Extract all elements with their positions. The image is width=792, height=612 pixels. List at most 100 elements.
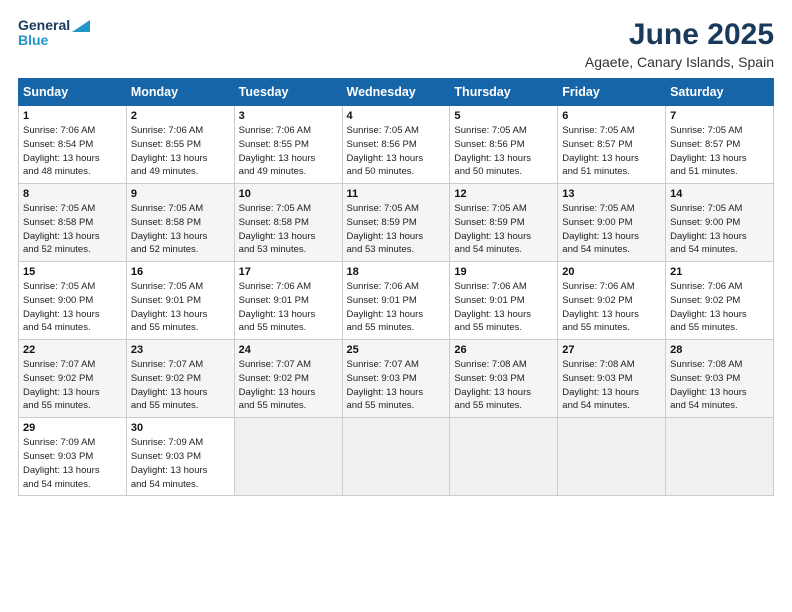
day-info: Sunrise: 7:05 AM Sunset: 9:00 PM Dayligh… xyxy=(23,280,122,335)
calendar-cell: 16Sunrise: 7:05 AM Sunset: 9:01 PM Dayli… xyxy=(126,262,234,340)
calendar-cell: 12 Sunrise: 7:05 AM Sunset: 8:59 PM Dayli… xyxy=(450,184,558,262)
calendar-cell: 2 Sunrise: 7:06 AM Sunset: 8:55 PM Daylig… xyxy=(126,106,234,184)
calendar-cell: 11 Sunrise: 7:05 AM Sunset: 8:59 PM Dayli… xyxy=(342,184,450,262)
calendar-cell: 10Sunrise: 7:05 AM Sunset: 8:58 PM Dayli… xyxy=(234,184,342,262)
calendar-cell xyxy=(234,418,342,496)
day-number: 17 xyxy=(239,266,338,278)
day-number: 12 xyxy=(454,188,553,200)
calendar-cell: 17Sunrise: 7:06 AM Sunset: 9:01 PM Dayli… xyxy=(234,262,342,340)
day-number: 23 xyxy=(131,344,230,356)
day-info: Sunrise: 7:05 AM Sunset: 8:56 PM Dayligh… xyxy=(454,124,553,179)
day-info: Sunrise: 7:07 AM Sunset: 9:02 PM Dayligh… xyxy=(131,358,230,413)
calendar-header-wednesday: Wednesday xyxy=(342,79,450,106)
calendar-week-4: 22Sunrise: 7:07 AM Sunset: 9:02 PM Dayli… xyxy=(19,340,774,418)
calendar-header-row: SundayMondayTuesdayWednesdayThursdayFrid… xyxy=(19,79,774,106)
day-number: 11 xyxy=(347,188,446,200)
day-number: 30 xyxy=(131,422,230,434)
main-title: June 2025 xyxy=(585,18,774,52)
day-number: 28 xyxy=(670,344,769,356)
logo-general: General xyxy=(18,18,70,33)
day-number: 7 xyxy=(670,110,769,122)
header: General Blue June 2025 Agaete, Canary Is… xyxy=(18,18,774,70)
day-info: Sunrise: 7:05 AM Sunset: 9:00 PM Dayligh… xyxy=(670,202,769,257)
day-info: Sunrise: 7:06 AM Sunset: 9:01 PM Dayligh… xyxy=(454,280,553,335)
day-info: Sunrise: 7:08 AM Sunset: 9:03 PM Dayligh… xyxy=(562,358,661,413)
logo-text: General Blue xyxy=(18,18,90,49)
calendar-header-monday: Monday xyxy=(126,79,234,106)
day-number: 3 xyxy=(239,110,338,122)
subtitle: Agaete, Canary Islands, Spain xyxy=(585,54,774,70)
day-info: Sunrise: 7:06 AM Sunset: 8:55 PM Dayligh… xyxy=(239,124,338,179)
calendar-cell: 28 Sunrise: 7:08 AM Sunset: 9:03 PM Dayli… xyxy=(666,340,774,418)
day-info: Sunrise: 7:05 AM Sunset: 8:58 PM Dayligh… xyxy=(23,202,122,257)
day-number: 27 xyxy=(562,344,661,356)
day-number: 24 xyxy=(239,344,338,356)
day-info: Sunrise: 7:06 AM Sunset: 9:02 PM Dayligh… xyxy=(670,280,769,335)
day-info: Sunrise: 7:06 AM Sunset: 9:02 PM Dayligh… xyxy=(562,280,661,335)
day-number: 26 xyxy=(454,344,553,356)
calendar-cell: 25 Sunrise: 7:07 AM Sunset: 9:03 PM Dayli… xyxy=(342,340,450,418)
day-info: Sunrise: 7:05 AM Sunset: 8:57 PM Dayligh… xyxy=(562,124,661,179)
calendar-cell: 9Sunrise: 7:05 AM Sunset: 8:58 PM Daylig… xyxy=(126,184,234,262)
calendar-header-thursday: Thursday xyxy=(450,79,558,106)
day-info: Sunrise: 7:05 AM Sunset: 8:56 PM Dayligh… xyxy=(347,124,446,179)
calendar-cell xyxy=(342,418,450,496)
calendar-cell: 24 Sunrise: 7:07 AM Sunset: 9:02 PM Dayli… xyxy=(234,340,342,418)
title-area: June 2025 Agaete, Canary Islands, Spain xyxy=(585,18,774,70)
day-info: Sunrise: 7:07 AM Sunset: 9:02 PM Dayligh… xyxy=(239,358,338,413)
calendar-cell: 22Sunrise: 7:07 AM Sunset: 9:02 PM Dayli… xyxy=(19,340,127,418)
calendar-header-sunday: Sunday xyxy=(19,79,127,106)
calendar-cell: 18Sunrise: 7:06 AM Sunset: 9:01 PM Dayli… xyxy=(342,262,450,340)
calendar-cell: 5 Sunrise: 7:05 AM Sunset: 8:56 PM Daylig… xyxy=(450,106,558,184)
day-info: Sunrise: 7:07 AM Sunset: 9:02 PM Dayligh… xyxy=(23,358,122,413)
day-number: 2 xyxy=(131,110,230,122)
calendar-header-tuesday: Tuesday xyxy=(234,79,342,106)
calendar-cell: 3 Sunrise: 7:06 AM Sunset: 8:55 PM Daylig… xyxy=(234,106,342,184)
day-info: Sunrise: 7:09 AM Sunset: 9:03 PM Dayligh… xyxy=(131,436,230,491)
calendar-header-friday: Friday xyxy=(558,79,666,106)
calendar-cell: 27 Sunrise: 7:08 AM Sunset: 9:03 PM Dayli… xyxy=(558,340,666,418)
day-info: Sunrise: 7:06 AM Sunset: 9:01 PM Dayligh… xyxy=(347,280,446,335)
calendar-cell xyxy=(450,418,558,496)
day-info: Sunrise: 7:06 AM Sunset: 8:55 PM Dayligh… xyxy=(131,124,230,179)
day-info: Sunrise: 7:05 AM Sunset: 8:59 PM Dayligh… xyxy=(454,202,553,257)
day-info: Sunrise: 7:06 AM Sunset: 8:54 PM Dayligh… xyxy=(23,124,122,179)
calendar-cell: 15 Sunrise: 7:05 AM Sunset: 9:00 PM Dayli… xyxy=(19,262,127,340)
day-number: 8 xyxy=(23,188,122,200)
day-info: Sunrise: 7:05 AM Sunset: 8:57 PM Dayligh… xyxy=(670,124,769,179)
calendar-cell: 8 Sunrise: 7:05 AM Sunset: 8:58 PM Daylig… xyxy=(19,184,127,262)
day-number: 15 xyxy=(23,266,122,278)
calendar-cell: 14 Sunrise: 7:05 AM Sunset: 9:00 PM Dayli… xyxy=(666,184,774,262)
calendar-header-saturday: Saturday xyxy=(666,79,774,106)
calendar-cell: 26Sunrise: 7:08 AM Sunset: 9:03 PM Dayli… xyxy=(450,340,558,418)
day-info: Sunrise: 7:09 AM Sunset: 9:03 PM Dayligh… xyxy=(23,436,122,491)
day-number: 6 xyxy=(562,110,661,122)
day-number: 1 xyxy=(23,110,122,122)
day-info: Sunrise: 7:05 AM Sunset: 9:00 PM Dayligh… xyxy=(562,202,661,257)
day-info: Sunrise: 7:05 AM Sunset: 8:58 PM Dayligh… xyxy=(131,202,230,257)
day-info: Sunrise: 7:05 AM Sunset: 8:59 PM Dayligh… xyxy=(347,202,446,257)
day-info: Sunrise: 7:08 AM Sunset: 9:03 PM Dayligh… xyxy=(670,358,769,413)
day-number: 20 xyxy=(562,266,661,278)
calendar-week-3: 15 Sunrise: 7:05 AM Sunset: 9:00 PM Dayli… xyxy=(19,262,774,340)
calendar-cell: 4 Sunrise: 7:05 AM Sunset: 8:56 PM Daylig… xyxy=(342,106,450,184)
day-number: 25 xyxy=(347,344,446,356)
day-info: Sunrise: 7:05 AM Sunset: 9:01 PM Dayligh… xyxy=(131,280,230,335)
day-number: 14 xyxy=(670,188,769,200)
day-info: Sunrise: 7:05 AM Sunset: 8:58 PM Dayligh… xyxy=(239,202,338,257)
day-number: 21 xyxy=(670,266,769,278)
logo: General Blue xyxy=(18,18,90,49)
calendar-cell: 23 Sunrise: 7:07 AM Sunset: 9:02 PM Dayli… xyxy=(126,340,234,418)
calendar-cell: 6 Sunrise: 7:05 AM Sunset: 8:57 PM Daylig… xyxy=(558,106,666,184)
calendar-cell: 19Sunrise: 7:06 AM Sunset: 9:01 PM Dayli… xyxy=(450,262,558,340)
day-info: Sunrise: 7:07 AM Sunset: 9:03 PM Dayligh… xyxy=(347,358,446,413)
calendar-week-5: 29Sunrise: 7:09 AM Sunset: 9:03 PM Dayli… xyxy=(19,418,774,496)
day-number: 4 xyxy=(347,110,446,122)
calendar-cell: 30 Sunrise: 7:09 AM Sunset: 9:03 PM Dayli… xyxy=(126,418,234,496)
page: General Blue June 2025 Agaete, Canary Is… xyxy=(0,0,792,612)
calendar: SundayMondayTuesdayWednesdayThursdayFrid… xyxy=(18,78,774,496)
calendar-cell: 7 Sunrise: 7:05 AM Sunset: 8:57 PM Daylig… xyxy=(666,106,774,184)
day-number: 5 xyxy=(454,110,553,122)
calendar-cell: 21 Sunrise: 7:06 AM Sunset: 9:02 PM Dayli… xyxy=(666,262,774,340)
logo-blue: Blue xyxy=(18,33,90,48)
